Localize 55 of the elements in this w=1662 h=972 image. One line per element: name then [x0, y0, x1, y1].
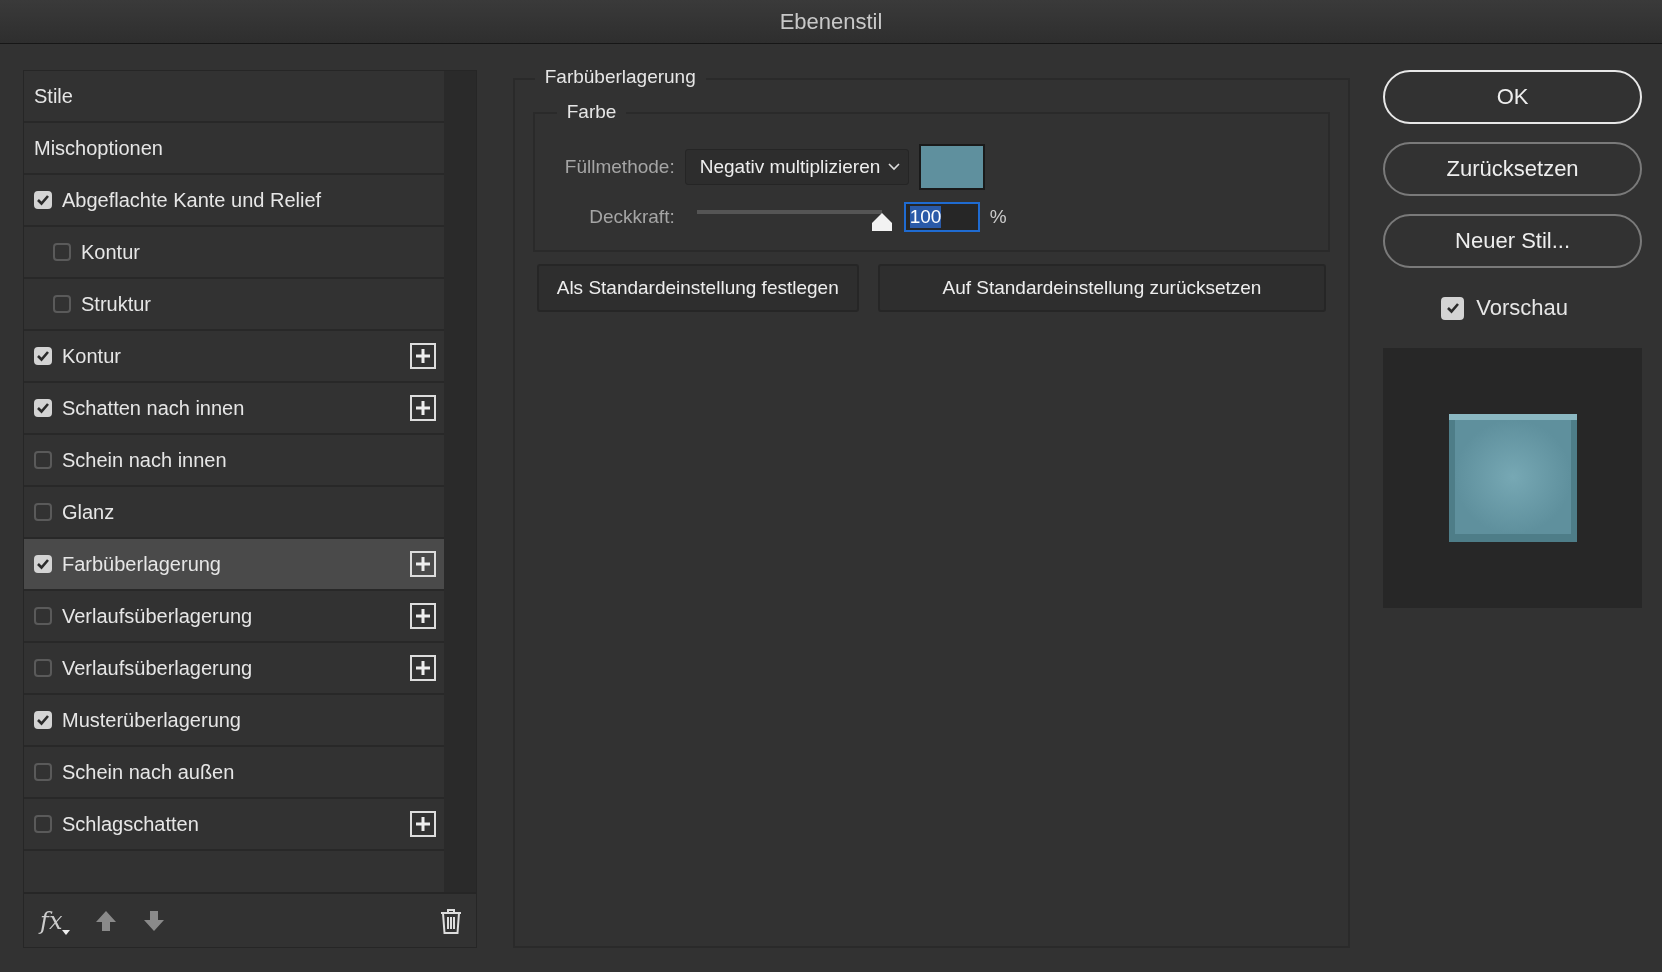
- checkmark-icon: [1445, 302, 1460, 314]
- style-item-label: Farbüberlagerung: [62, 552, 222, 576]
- dialog-button[interactable]: Neuer Stil...: [1383, 214, 1642, 268]
- dialog-button[interactable]: Zurücksetzen: [1383, 142, 1642, 196]
- add-icon[interactable]: [410, 655, 436, 681]
- style-item-label: Schein nach innen: [62, 448, 228, 472]
- trash-icon[interactable]: [439, 907, 462, 934]
- style-item-label: Kontur: [62, 344, 122, 368]
- style-item[interactable]: Farbüberlagerung: [24, 539, 444, 591]
- field-label: Füllmethode:: [563, 156, 675, 178]
- checkbox[interactable]: [34, 607, 52, 625]
- style-item-label: Verlaufsüberlagerung: [62, 656, 254, 680]
- add-icon[interactable]: [410, 811, 436, 837]
- default-button[interactable]: Als Standardeinstellung festlegen: [536, 264, 859, 312]
- style-item-label: Musterüberlagerung: [62, 708, 242, 732]
- style-item-label: Stile: [34, 84, 74, 108]
- add-icon[interactable]: [410, 551, 436, 577]
- preview-label: Vorschau: [1476, 295, 1568, 321]
- color-swatch[interactable]: [919, 144, 986, 190]
- add-icon[interactable]: [410, 603, 436, 629]
- dialog-button[interactable]: OK: [1383, 70, 1642, 124]
- window-title: Ebenenstil: [779, 8, 883, 35]
- checkbox[interactable]: [34, 763, 52, 781]
- checkbox[interactable]: [34, 451, 52, 469]
- style-item-label: Schlagschatten: [62, 812, 200, 836]
- checkmark-icon: [36, 558, 50, 570]
- opacity-input[interactable]: 100: [903, 202, 980, 232]
- style-item-label: Struktur: [81, 292, 153, 316]
- default-button[interactable]: Auf Standardeinstellung zurücksetzen: [877, 264, 1327, 312]
- add-icon[interactable]: [410, 395, 436, 421]
- checkmark-icon: [36, 194, 50, 206]
- unit-label: %: [989, 206, 1007, 228]
- add-icon[interactable]: [410, 343, 436, 369]
- style-item-label: Schatten nach innen: [62, 396, 246, 420]
- style-item-label: Schein nach außen: [62, 760, 236, 784]
- arrow-down-icon[interactable]: [142, 908, 167, 933]
- checkbox[interactable]: [34, 503, 52, 521]
- field-label: Deckkraft:: [588, 206, 675, 228]
- checkmark-icon: [36, 402, 50, 414]
- checkbox[interactable]: [53, 243, 71, 261]
- checkbox[interactable]: [53, 295, 71, 313]
- style-item-label: Glanz: [62, 500, 116, 524]
- style-item-label: Verlaufsüberlagerung: [62, 604, 254, 628]
- chevron-down-icon: [888, 163, 901, 171]
- slider-thumb[interactable]: [870, 212, 893, 232]
- checkmark-icon: [36, 714, 50, 726]
- fx-button[interactable]: fx: [40, 906, 71, 935]
- style-item-label: Abgeflachte Kante und Relief: [62, 188, 323, 212]
- checkbox[interactable]: [34, 659, 52, 677]
- style-item-label: Kontur: [81, 240, 141, 264]
- checkmark-icon: [36, 350, 50, 362]
- style-item-label: Mischoptionen: [34, 136, 164, 160]
- caret-icon: [62, 929, 71, 935]
- checkbox[interactable]: [34, 815, 52, 833]
- blend-mode-dropdown[interactable]: Negativ multiplizieren: [684, 149, 910, 185]
